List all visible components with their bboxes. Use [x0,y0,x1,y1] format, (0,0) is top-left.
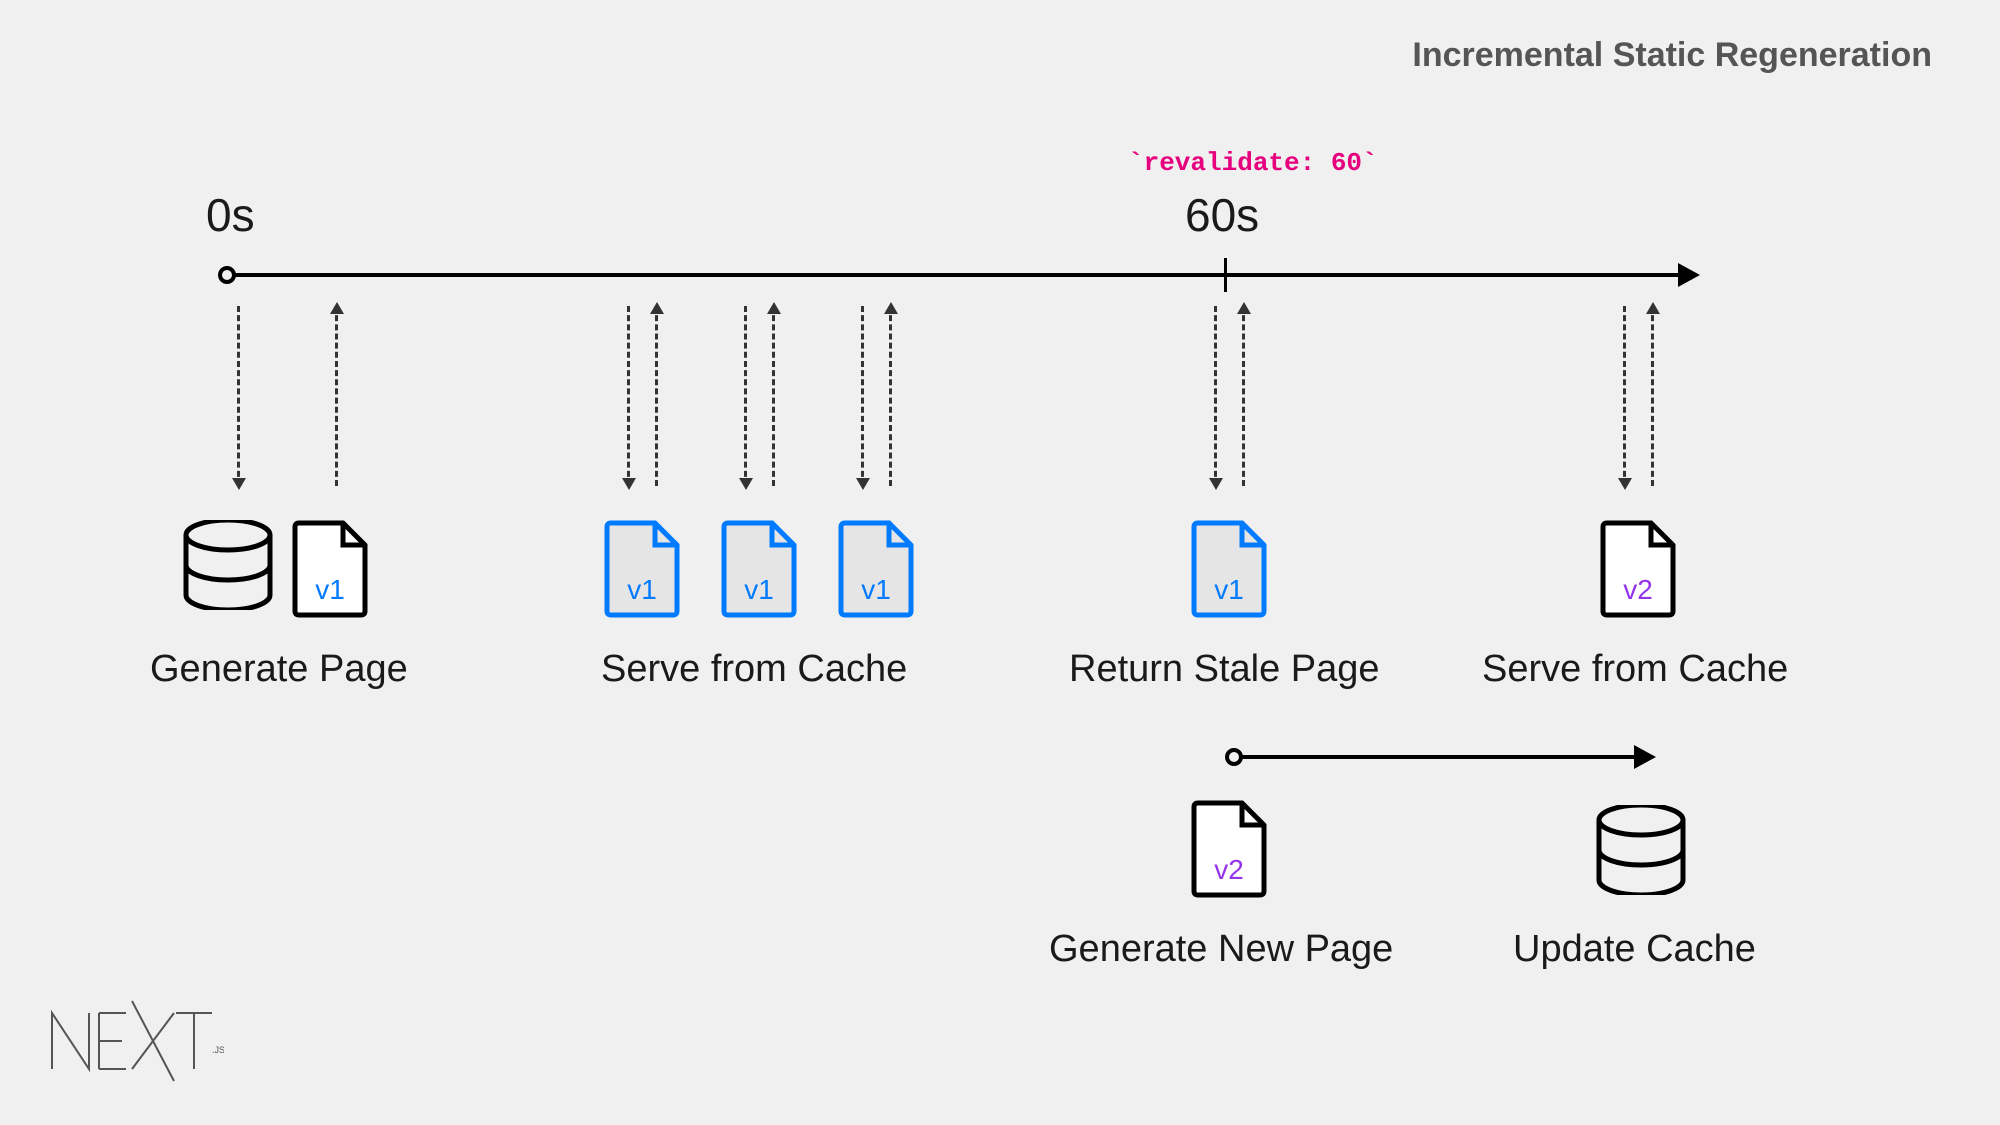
timeline-axis [225,273,1687,277]
sub-timeline-start-marker [1225,748,1243,766]
section-label-serve-cache-2: Serve from Cache [1482,648,1788,691]
file-version-label: v1 [720,574,798,606]
section-label-serve-cache-1: Serve from Cache [601,648,907,691]
sub-timeline-arrow-icon [1634,743,1664,771]
connector-up [335,306,338,486]
section-label-stale: Return Stale Page [1069,648,1380,691]
file-version-label: v1 [837,574,915,606]
sub-timeline-axis [1232,755,1643,759]
connector-down [861,306,864,486]
section-label-generate-new: Generate New Page [1049,928,1393,971]
file-icon-v1-blue: v1 [837,519,915,619]
file-version-label: v1 [1190,574,1268,606]
connector-up [655,306,658,486]
file-icon-v2-black: v2 [1599,519,1677,619]
file-icon-v2-black: v2 [1190,799,1268,899]
time-label-60s: 60s [1185,188,1259,242]
section-label-generate: Generate Page [150,648,408,691]
connector-up [1242,306,1245,486]
timeline-arrow-icon [1678,261,1708,289]
file-version-label: v2 [1190,854,1268,886]
connector-down [627,306,630,486]
connector-up [1651,306,1654,486]
connector-down [237,306,240,486]
database-icon [1595,805,1687,895]
connector-down [1623,306,1626,486]
connector-up [889,306,892,486]
database-icon [182,520,274,610]
connector-up [772,306,775,486]
file-version-label: v2 [1599,574,1677,606]
file-icon-v1-blue: v1 [1190,519,1268,619]
revalidate-code: `revalidate: 60` [1128,148,1378,178]
time-label-0s: 0s [206,188,255,242]
diagram-title: Incremental Static Regeneration [1412,36,1932,75]
connector-down [1214,306,1217,486]
timeline-start-marker [218,266,236,284]
file-icon-v1-blue: v1 [720,519,798,619]
file-icon-v1-black: v1 [291,519,369,619]
nextjs-logo: .JS [44,991,224,1091]
connector-down [744,306,747,486]
file-icon-v1-blue: v1 [603,519,681,619]
file-version-label: v1 [603,574,681,606]
file-version-label: v1 [291,574,369,606]
timeline-tick-60s [1224,258,1227,292]
logo-suffix: .JS [212,1045,224,1055]
section-label-update-cache: Update Cache [1513,928,1756,971]
